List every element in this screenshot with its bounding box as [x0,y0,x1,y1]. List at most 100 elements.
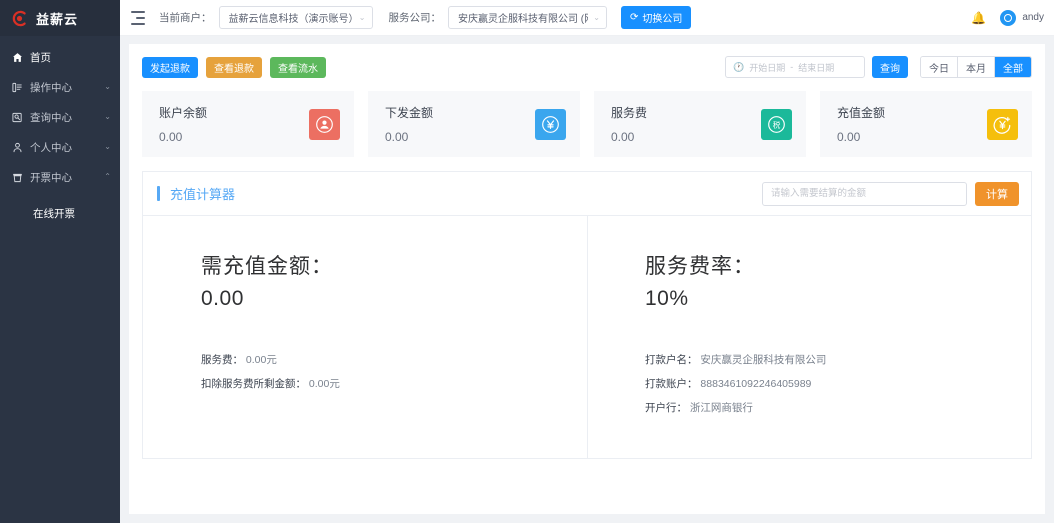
stat-title: 服务费 [611,106,648,120]
left-detail-list: 服务费： 0.00元 扣除服务费所剩金额： 0.00元 [201,352,587,391]
app-root: 益薪云 首页 操作中心 ⌄ 查询中心 ⌄ 个人中心 ⌄ 开票中心 ⌃ 在线开票 … [0,0,1054,523]
toolbar: 发起退款 查看退款 查看流水 🕐 开始日期 - 结束日期 查询 今日 本月 全部 [142,55,1032,79]
detail-label: 打款户名： [645,354,698,366]
search-button[interactable]: 查询 [872,56,908,78]
invoice-icon [11,172,23,183]
end-date-text: 结束日期 [798,62,835,73]
detail-label: 开户行： [645,402,687,414]
detail-label: 扣除服务费所剩金额： [201,378,306,390]
clock-icon: 🕐 [733,61,745,72]
stat-title: 充值金额 [837,106,886,120]
stat-card-payout-amount: 下发金额 0.00 [368,91,580,157]
detail-row: 打款户名： 安庆赢灵企服科技有限公司 [645,352,1031,367]
right-detail-list: 打款户名： 安庆赢灵企服科技有限公司 打款账户： 888346109224640… [645,352,1031,415]
detail-value: 0.00元 [308,378,340,390]
chevron-up-icon: ⌃ [104,172,111,181]
calculator-right-column: 服务费率： 10% 打款户名： 安庆赢灵企服科技有限公司 打款账户： 88834… [587,216,1031,458]
date-range-segmented-control: 今日 本月 全部 [920,56,1032,78]
sidebar-menu: 首页 操作中心 ⌄ 查询中心 ⌄ 个人中心 ⌄ 开票中心 ⌃ 在线开票 [0,36,120,228]
switch-company-button[interactable]: ⟳ 切换公司 [621,6,692,29]
avatar-icon[interactable] [1000,9,1017,26]
bell-icon[interactable]: 🔔 [971,11,986,25]
detail-label: 打款账户： [645,378,698,390]
chevron-down-icon: ⌄ [104,112,111,121]
sidebar-item-label: 开票中心 [30,171,72,184]
segment-this-month[interactable]: 本月 [958,57,995,77]
calculator-left-column: 需充值金额： 0.00 服务费： 0.00元 扣除服务费所剩金额： 0.00元 [143,216,587,458]
chevron-down-icon: ⌄ [104,142,111,151]
company-select[interactable]: 安庆赢灵企服科技有限公司 (网商银行 ⌄ [448,6,607,29]
detail-label: 服务费： [201,354,243,366]
detail-value: 安庆赢灵企服科技有限公司 [700,354,827,366]
start-date-text: 开始日期 [749,62,786,73]
detail-value: 0.00元 [245,354,277,366]
operations-icon [11,82,23,93]
sidebar-item-query[interactable]: 查询中心 ⌄ [0,102,120,132]
service-rate-value: 10% [645,287,689,310]
page-card: 发起退款 查看退款 查看流水 🕐 开始日期 - 结束日期 查询 今日 本月 全部… [129,44,1045,514]
view-refund-button[interactable]: 查看退款 [206,56,262,78]
stat-value: 0.00 [837,130,861,144]
calculator-body: 需充值金额： 0.00 服务费： 0.00元 扣除服务费所剩金额： 0.00元 [143,216,1031,458]
brand-circle-icon [11,10,28,27]
switch-company-label: 切换公司 [642,14,683,25]
sidebar-item-label: 首页 [30,51,51,64]
stat-card-recharge-amount: 充值金额 0.00 [820,91,1032,157]
chevron-down-icon: ⌄ [104,82,111,91]
sidebar-item-operations[interactable]: 操作中心 ⌄ [0,72,120,102]
sidebar-item-label: 操作中心 [30,81,72,94]
segment-today[interactable]: 今日 [921,57,958,77]
payout-yuan-icon [535,108,566,140]
merchant-select[interactable]: 益薪云信息科技（演示账号） ⌄ [218,6,373,29]
username-label: andy [1022,12,1044,23]
sidebar-item-invoice[interactable]: 开票中心 ⌃ [0,162,120,192]
merchant-select-value: 益薪云信息科技（演示账号） [228,14,354,25]
service-fee-tax-icon: 税 [761,108,792,140]
stat-value: 0.00 [159,130,183,144]
calculator-amount-input[interactable] [762,181,967,206]
service-rate-label: 服务费率： [645,255,755,278]
required-recharge-label: 需充值金额： [201,255,333,278]
detail-row: 服务费： 0.00元 [201,352,587,367]
stat-title: 下发金额 [385,106,434,120]
sidebar-item-home[interactable]: 首页 [0,42,120,72]
calculate-button[interactable]: 计算 [975,181,1019,206]
company-label: 服务公司： [388,12,442,24]
detail-value: 浙江网商银行 [689,402,753,414]
segment-all[interactable]: 全部 [995,57,1031,77]
required-recharge-value: 0.00 [201,287,244,310]
user-icon [11,142,23,153]
detail-row: 打款账户： 8883461092246405989 [645,376,1031,391]
sidebar-logo[interactable]: 益薪云 [0,0,120,36]
sidebar-subitem-label: 在线开票 [33,207,75,220]
stat-card-account-balance: 账户余额 0.00 [142,91,354,157]
stat-cards: 账户余额 0.00 下发金额 0.00 服务费 0.00 税 充值金额 0.00 [142,91,1032,157]
date-separator: - [790,62,794,72]
detail-row: 扣除服务费所剩金额： 0.00元 [201,376,587,391]
svg-text:税: 税 [773,119,781,129]
refresh-icon: ⟳ [630,12,639,23]
main-area: 当前商户： 益薪云信息科技（演示账号） ⌄ 服务公司： 安庆赢灵企服科技有限公司… [120,0,1054,523]
sidebar-item-label: 个人中心 [30,141,72,154]
chevron-down-icon: ⌄ [358,13,366,22]
chevron-down-icon: ⌄ [593,13,600,22]
sidebar-item-profile[interactable]: 个人中心 ⌄ [0,132,120,162]
stat-card-service-fee: 服务费 0.00 税 [594,91,806,157]
calculator-title: 充值计算器 [170,187,236,202]
home-icon [11,52,23,63]
initiate-refund-button[interactable]: 发起退款 [142,56,198,78]
company-select-value: 安庆赢灵企服科技有限公司 (网商银行 [458,14,588,25]
recharge-calculator-panel: 充值计算器 计算 需充值金额： 0.00 服务费： 0.00 [142,171,1032,459]
menu-collapse-icon[interactable] [131,10,145,25]
sidebar-subitem-online-invoice[interactable]: 在线开票 [0,198,120,228]
date-range-picker[interactable]: 🕐 开始日期 - 结束日期 [725,56,865,78]
page-body: 发起退款 查看退款 查看流水 🕐 开始日期 - 结束日期 查询 今日 本月 全部… [120,36,1054,523]
detail-value: 8883461092246405989 [700,378,812,390]
search-center-icon [11,112,23,123]
view-transactions-button[interactable]: 查看流水 [270,56,326,78]
account-balance-icon [309,108,340,140]
merchant-label: 当前商户： [159,12,212,24]
stat-title: 账户余额 [159,106,208,120]
topbar: 当前商户： 益薪云信息科技（演示账号） ⌄ 服务公司： 安庆赢灵企服科技有限公司… [120,0,1054,36]
stat-value: 0.00 [611,130,635,144]
